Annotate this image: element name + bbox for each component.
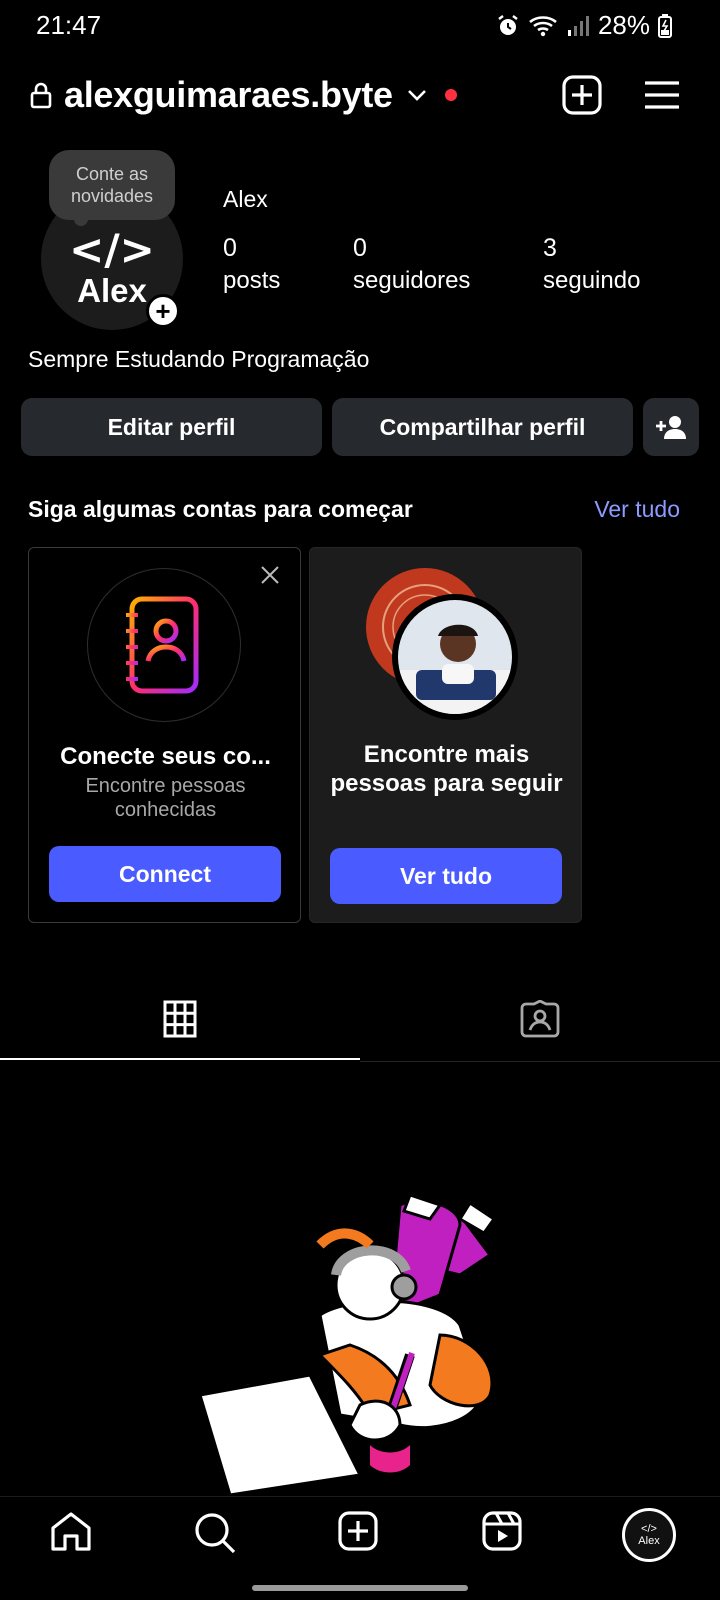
stat-label: seguidores <box>353 267 471 294</box>
create-icon[interactable] <box>338 1511 378 1551</box>
wifi-icon <box>529 15 557 36</box>
status-time: 21:47 <box>36 10 102 40</box>
suggested-avatar-front <box>392 594 518 720</box>
contacts-icon-circle <box>87 568 241 722</box>
menu-icon[interactable] <box>644 80 680 110</box>
lock-icon <box>30 82 52 109</box>
stat-value: 0 <box>353 234 367 262</box>
add-story-button[interactable]: + <box>146 294 180 328</box>
stat-label: seguindo <box>543 267 641 294</box>
add-person-icon <box>656 416 686 439</box>
profile-bio: Sempre Estudando Programação <box>28 346 370 372</box>
nav-avatar-name: Alex <box>638 1535 660 1547</box>
profile-tab-avatar[interactable]: </> Alex <box>622 1508 676 1562</box>
nav-avatar-code: </> <box>641 1523 657 1535</box>
grid-icon[interactable] <box>163 1000 197 1038</box>
find-people-card: Encontre mais pessoas para seguir Ver tu… <box>309 547 582 923</box>
edit-profile-button[interactable]: Editar perfil <box>21 398 322 456</box>
stat-label: posts <box>223 267 281 294</box>
discover-people-button[interactable] <box>643 398 699 456</box>
home-icon[interactable] <box>50 1512 92 1552</box>
reels-icon[interactable] <box>482 1511 522 1551</box>
signal-icon <box>567 15 589 36</box>
avatar-code-glyph: </> <box>69 225 155 274</box>
suggestions-title: Siga algumas contas para começar <box>28 496 413 522</box>
tab-divider <box>360 1061 720 1062</box>
share-profile-button[interactable]: Compartilhar perfil <box>332 398 633 456</box>
chevron-down-icon[interactable] <box>407 88 427 102</box>
see-all-link[interactable]: Ver tudo <box>594 496 680 523</box>
connect-button[interactable]: Connect <box>49 846 281 902</box>
active-tab-indicator <box>0 1058 360 1060</box>
notification-dot <box>444 89 457 101</box>
stat-followers[interactable]: 0 seguidores <box>353 232 470 298</box>
profile-name: Alex <box>223 186 268 212</box>
battery-icon <box>658 13 672 38</box>
avatar-name: Alex <box>77 272 147 309</box>
new-post-icon[interactable] <box>562 75 602 115</box>
search-icon[interactable] <box>194 1512 236 1554</box>
note-bubble[interactable]: Conte as novidades <box>49 150 175 220</box>
contacts-book-icon <box>126 596 199 694</box>
alarm-icon <box>498 14 518 35</box>
see-all-button[interactable]: Ver tudo <box>330 848 562 904</box>
card-title: Encontre mais pessoas para seguir <box>330 741 563 797</box>
status-icons: 28% <box>496 10 672 41</box>
battery-percent: 28% <box>597 10 650 40</box>
system-home-indicator[interactable] <box>252 1585 468 1591</box>
profile-header: alexguimaraes.byte <box>30 70 680 120</box>
username[interactable]: alexguimaraes.byte <box>64 74 393 116</box>
stat-value: 3 <box>543 234 557 262</box>
stat-following[interactable]: 3 seguindo <box>543 232 640 298</box>
card-title: Conecte seus co... <box>60 743 271 770</box>
empty-state-illustration <box>200 1195 497 1497</box>
stat-value: 0 <box>223 234 237 262</box>
child-avatar-image <box>398 600 512 714</box>
connect-contacts-card: Conecte seus co... Encontre pessoas conh… <box>28 547 301 923</box>
card-subtitle: Encontre pessoas conhecidas <box>85 775 246 821</box>
tagged-icon[interactable] <box>520 1000 560 1038</box>
close-icon[interactable] <box>261 566 279 584</box>
stat-posts[interactable]: 0 posts <box>223 232 280 298</box>
